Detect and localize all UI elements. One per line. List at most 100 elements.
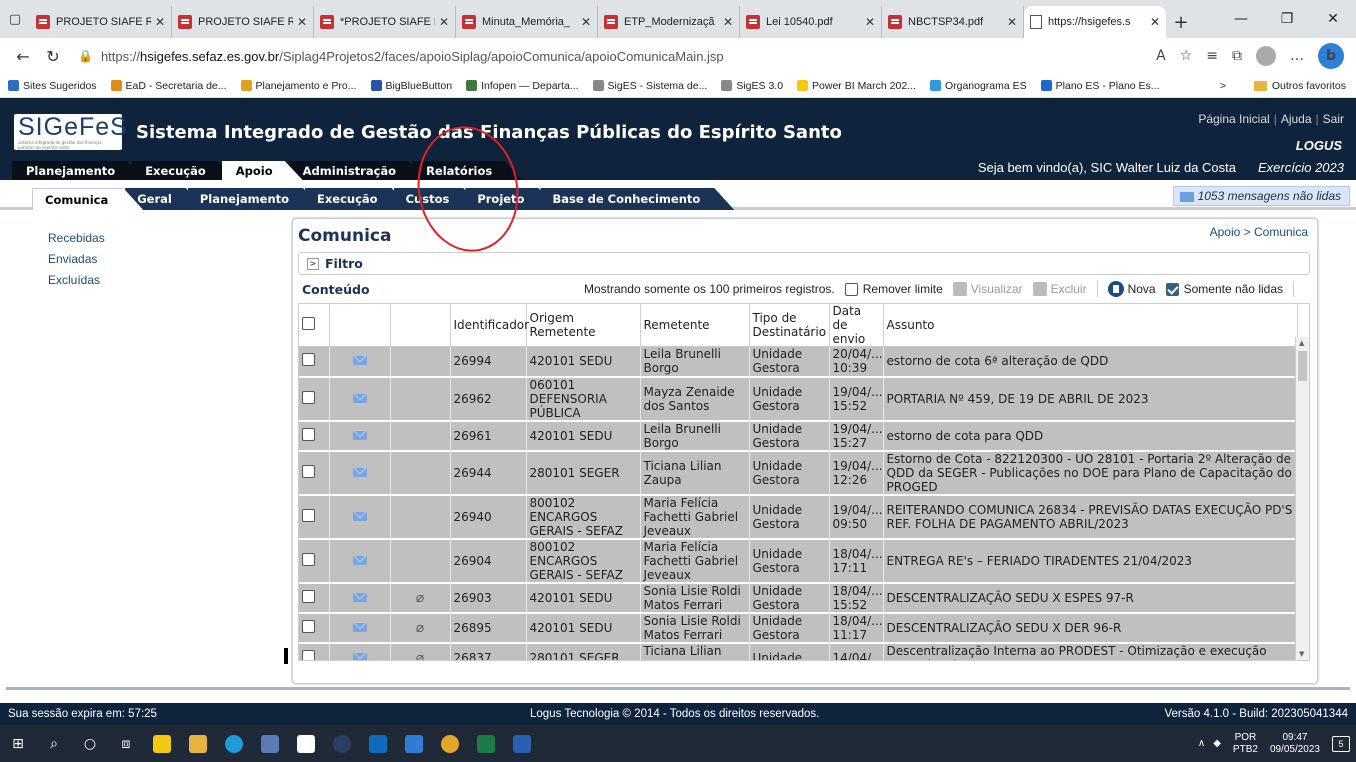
row-select-cell[interactable] <box>299 494 330 540</box>
col-identifier[interactable]: Identificador <box>450 304 529 347</box>
row-select-cell[interactable] <box>299 582 330 614</box>
more-icon[interactable]: … <box>1290 48 1304 64</box>
main-tab[interactable]: Planejamento <box>12 161 145 180</box>
delete-button[interactable]: Excluir <box>1032 282 1087 296</box>
media-icon[interactable] <box>324 725 360 762</box>
favorite-link[interactable]: Planejamento e Pro... <box>240 80 357 92</box>
favorite-star-icon[interactable]: ☆ <box>1180 48 1193 64</box>
main-tab[interactable]: Execução <box>131 161 236 180</box>
browser-tab[interactable]: https://hsigefes.s ✕ <box>1024 6 1166 38</box>
browser-tab[interactable]: NBCTSP34.pdf ✕ <box>882 6 1024 38</box>
browser-tab[interactable]: ETP_Modernizaçã ✕ <box>598 6 740 38</box>
favorite-link[interactable]: Organograma ES <box>929 80 1027 92</box>
table-row[interactable]: 26994 420101 SEDU Leila Brunelli Borgo Unid… <box>299 346 1298 378</box>
back-icon[interactable]: ← <box>8 41 38 71</box>
new-tab-button[interactable]: + <box>1166 6 1196 38</box>
checkbox-icon[interactable] <box>302 508 315 522</box>
store-icon[interactable] <box>288 725 324 762</box>
outlook-icon[interactable] <box>360 725 396 762</box>
browser-tab[interactable]: Lei 10540.pdf ✕ <box>740 6 882 38</box>
sub-tab[interactable]: Base de Conhecimento <box>540 188 734 210</box>
checkbox-icon[interactable] <box>302 649 315 660</box>
main-tab[interactable]: Administração <box>289 161 426 180</box>
favorites-list-icon[interactable]: ≡ <box>1206 48 1218 64</box>
favorite-link[interactable]: Plano ES - Plano Es... <box>1040 80 1160 92</box>
profile-avatar[interactable] <box>1256 46 1276 66</box>
row-select-cell[interactable] <box>299 376 330 422</box>
checkbox-icon[interactable] <box>302 317 315 330</box>
close-tab-icon[interactable]: ✕ <box>865 15 875 29</box>
close-window-button[interactable]: ✕ <box>1310 0 1356 38</box>
remove-limit-checkbox[interactable]: Remover limite <box>844 282 943 296</box>
close-tab-icon[interactable]: ✕ <box>1150 15 1160 29</box>
close-tab-icon[interactable]: ✕ <box>723 15 733 29</box>
browser-tab[interactable]: *PROJETO SIAFE RI ✕ <box>314 6 456 38</box>
row-select-cell[interactable] <box>299 538 330 584</box>
checkbox-icon[interactable] <box>302 427 315 441</box>
collapse-handle[interactable] <box>284 648 288 664</box>
view-button[interactable]: Visualizar <box>952 282 1023 296</box>
browser-tab[interactable]: Minuta_Memória_ ✕ <box>456 6 598 38</box>
edge-icon[interactable] <box>216 725 252 762</box>
favorite-link[interactable]: EaD - Secretaria de... <box>110 80 227 92</box>
row-select-cell[interactable] <box>299 612 330 644</box>
scroll-up-icon[interactable]: ▲ <box>1299 339 1304 347</box>
col-recipient-type[interactable]: Tipo de Destinatário <box>749 304 830 347</box>
language-indicator[interactable]: POR PTB2 <box>1233 732 1258 756</box>
restore-button[interactable]: ❐ <box>1264 0 1310 38</box>
col-origin[interactable]: Origem Remetente <box>526 304 641 347</box>
scroll-thumb[interactable] <box>1298 351 1307 381</box>
chrome-icon[interactable] <box>432 725 468 762</box>
desktop-app-icon[interactable] <box>252 725 288 762</box>
col-sender[interactable]: Remetente <box>640 304 750 347</box>
checkbox-icon[interactable] <box>302 464 315 478</box>
table-row[interactable]: ⌀ 26903 420101 SEDU Sonia Lisie Roldi Matos… <box>299 582 1298 614</box>
table-row[interactable]: 26940 800102 ENCARGOS GERAIS - SEFAZ Maria… <box>299 494 1298 540</box>
table-row[interactable]: 26904 800102 ENCARGOS GERAIS - SEFAZ Maria… <box>299 538 1298 584</box>
row-select-cell[interactable] <box>299 346 330 378</box>
favorite-link[interactable]: SigES 3.0 <box>721 80 783 92</box>
row-select-cell[interactable] <box>299 420 330 452</box>
favorite-link[interactable]: Power BI March 202... <box>797 80 916 92</box>
url-field[interactable]: 🔒 https://hsigefes.sefaz.es.gov.br/Sipla… <box>68 41 1156 71</box>
favorite-link[interactable]: Infopen — Departa... <box>466 80 579 92</box>
table-row[interactable]: 26962 060101 DEFENSORIA PÚBLICA Mayza Zena… <box>299 376 1298 422</box>
checkbox-icon[interactable] <box>302 619 315 633</box>
favorite-link[interactable]: Sites Sugeridos <box>8 80 97 92</box>
checkbox-icon[interactable] <box>302 589 315 603</box>
help-link[interactable]: Ajuda <box>1277 112 1316 126</box>
table-scrollbar[interactable]: ▲ ▼ <box>1295 337 1309 660</box>
table-row[interactable]: ⌀ 26895 420101 SEDU Sonia Lisie Roldi Matos… <box>299 612 1298 644</box>
col-subject[interactable]: Assunto <box>883 304 1298 347</box>
table-row[interactable]: ⌀ 26837280101 SEGERTiciana Lilian ZaupaUn… <box>299 642 1298 660</box>
checkbox-icon[interactable] <box>302 390 315 404</box>
only-unread-checkbox[interactable]: Somente não lidas <box>1165 282 1283 296</box>
close-tab-icon[interactable]: ✕ <box>1007 15 1017 29</box>
browser-tab[interactable]: PROJETO SIAFE RI ✕ <box>172 6 314 38</box>
windows-start-icon[interactable]: ⊞ <box>0 725 36 762</box>
row-select-cell[interactable] <box>299 642 330 660</box>
file-explorer-icon[interactable] <box>180 725 216 762</box>
favorite-link[interactable]: BigBlueButton <box>370 80 452 92</box>
row-select-cell[interactable] <box>299 450 330 496</box>
refresh-icon[interactable]: ↻ <box>38 41 68 71</box>
other-favorites-folder[interactable]: Outros favoritos <box>1253 80 1346 92</box>
select-all-header[interactable] <box>299 304 330 347</box>
filter-section[interactable]: > Filtro <box>298 252 1310 275</box>
cortana-icon[interactable]: ○ <box>72 725 108 762</box>
scroll-down-icon[interactable]: ▼ <box>1299 650 1304 658</box>
col-date[interactable]: Data de envio <box>829 304 884 347</box>
close-tab-icon[interactable]: ✕ <box>297 15 307 29</box>
favorite-link[interactable]: SigES - Sistema de... <box>592 80 707 92</box>
read-aloud-icon[interactable]: A <box>1156 48 1166 64</box>
collections-icon[interactable]: ⧉ <box>1232 48 1242 64</box>
sub-tab[interactable]: Planejamento <box>188 188 323 210</box>
notification-icon[interactable]: 5 <box>1332 735 1350 752</box>
close-tab-icon[interactable]: ✕ <box>155 15 165 29</box>
unread-messages-badge[interactable]: 1053 mensagens não lidas <box>1172 186 1350 206</box>
bing-icon[interactable]: b <box>1318 43 1344 69</box>
powerbi-icon[interactable] <box>144 725 180 762</box>
close-tab-icon[interactable]: ✕ <box>581 15 591 29</box>
excel-icon[interactable] <box>468 725 504 762</box>
checkbox-icon[interactable] <box>302 353 315 367</box>
